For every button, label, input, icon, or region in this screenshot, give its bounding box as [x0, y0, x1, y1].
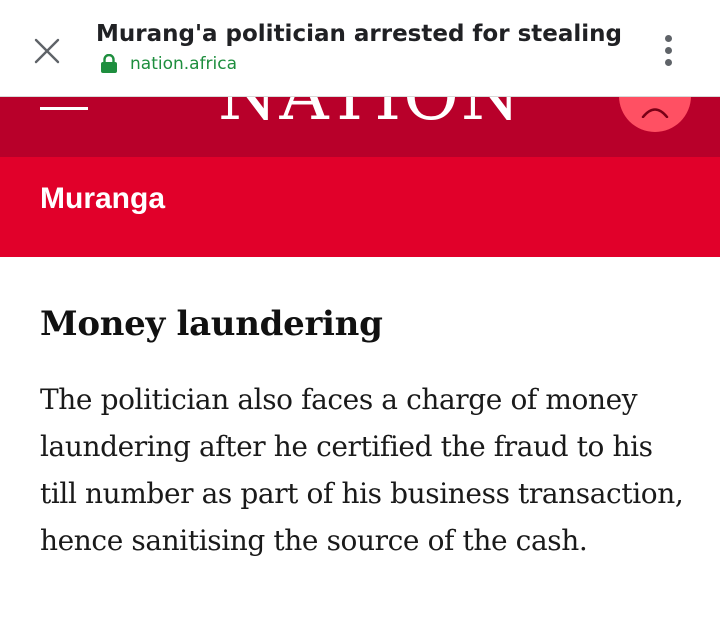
more-vert-icon-dot	[664, 58, 672, 66]
page-title: Murang'a politician arrested for stealin…	[96, 21, 622, 47]
page-info[interactable]: Murang'a politician arrested for stealin…	[96, 18, 656, 76]
article-body: Money laundering The politician also fac…	[40, 300, 690, 564]
lock-icon	[101, 54, 117, 73]
close-tab-button[interactable]	[26, 30, 68, 72]
url-text: nation.africa	[130, 54, 238, 74]
section-band: Muranga	[0, 157, 720, 257]
url-row: nation.africa	[96, 52, 656, 76]
hamburger-icon	[40, 107, 88, 110]
browser-toolbar: Murang'a politician arrested for stealin…	[0, 0, 720, 97]
close-icon	[34, 38, 60, 64]
user-icon	[641, 108, 669, 118]
section-link[interactable]: Muranga	[40, 181, 165, 217]
site-header: NATION	[0, 97, 720, 157]
article-subheading: Money laundering	[40, 304, 383, 344]
menu-button[interactable]	[40, 107, 88, 119]
site-logo[interactable]: NATION	[218, 97, 520, 131]
user-account-button[interactable]	[619, 97, 691, 132]
article-paragraph: The politician also faces a charge of mo…	[40, 383, 684, 557]
more-vert-icon	[664, 34, 672, 42]
more-options-button[interactable]	[650, 28, 686, 72]
more-vert-icon-dot	[664, 46, 672, 54]
